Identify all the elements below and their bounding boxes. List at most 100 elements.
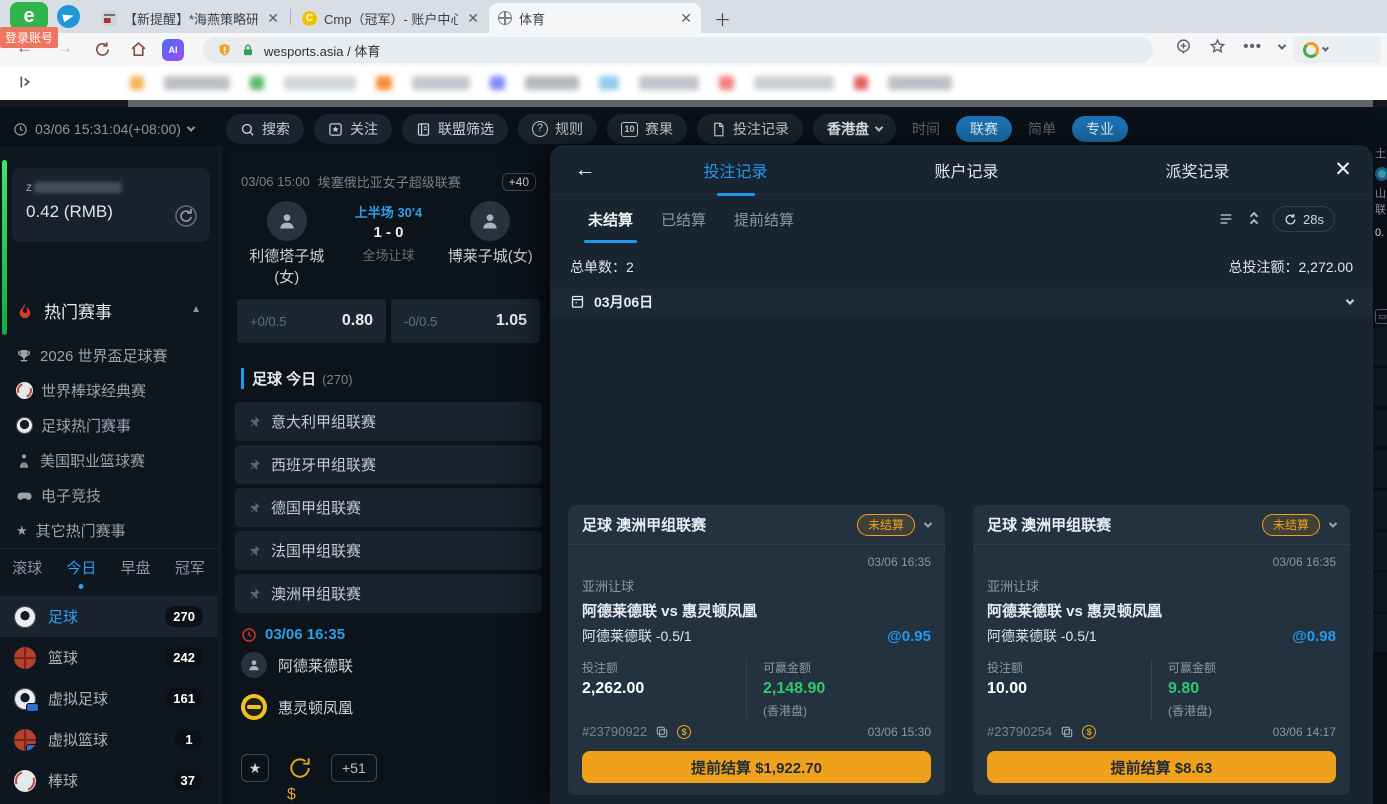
lock-icon[interactable] [241,43,255,58]
tab-live[interactable]: 滚球 [10,553,44,582]
home-icon[interactable] [130,41,147,58]
sidebar-item-hot-football[interactable]: 足球热门赛事 [16,408,207,443]
bet-records-button[interactable]: 投注记录 [697,114,803,144]
browser-logo-icon[interactable]: e [10,2,48,30]
browser-tab-active[interactable]: 体育 ✕ [489,3,701,33]
sport-row-virtual-basketball[interactable]: 虚拟篮球 1 [0,719,217,760]
odds-button-away[interactable]: -0/0.5 1.05 [391,299,540,343]
balance-refresh-icon[interactable] [174,204,198,228]
sidebar-item-worldcup[interactable]: 2026 世界盃足球賽 [16,338,207,373]
hot-collapse-icon[interactable]: ▲ [191,304,201,315]
sidebar-scrollbar-thumb[interactable] [2,160,7,335]
new-tab-button[interactable]: ＋ [714,6,731,31]
pin-icon[interactable] [247,501,261,515]
menu-dots-icon[interactable]: ••• [1243,38,1262,55]
tab1-close-icon[interactable]: ✕ [267,10,279,27]
auto-refresh-button[interactable]: 28s [1273,206,1335,232]
forward-icon[interactable]: → [56,38,73,58]
messenger-icon[interactable] [57,5,80,28]
favorite-star-icon[interactable]: ★ [241,754,269,782]
more-markets-button[interactable]: +51 [331,754,377,782]
tab1-favicon [102,11,117,26]
league-row-france[interactable]: 法国甲组联赛 [235,531,542,570]
league-row-australia[interactable]: 澳洲甲组联赛 [235,574,542,613]
cashout-button[interactable]: 提前结算 $8.63 [987,751,1336,783]
browser-tab-2[interactable]: C Cmp（冠军）- 账户中心 ✕ [293,3,488,33]
pin-icon[interactable] [247,544,261,558]
warning-shield-icon[interactable] [217,42,232,58]
toggle-time[interactable]: 时间 [906,119,946,139]
list-view-icon[interactable] [1217,211,1235,227]
browser-tab-1[interactable]: 【新提醒】*海燕策略研究論 ✕ [93,3,288,33]
market-type-select[interactable]: 香港盘 [813,114,896,144]
modal-tab-payout-records[interactable]: 派奖记录 [1082,158,1313,182]
results-button[interactable]: 10 赛果 [607,114,687,144]
sidebar-collapse-icon[interactable] [18,74,34,90]
team-row-away[interactable]: 惠灵顿凤凰 [241,694,353,720]
login-account-badge[interactable]: 登录账号 [0,27,58,48]
cashout-icon[interactable]: $ [287,755,313,781]
tab-early[interactable]: 早盘 [119,553,153,582]
date-chevron-icon[interactable] [1346,296,1354,304]
modal-tab-bet-records[interactable]: 投注记录 [620,158,851,182]
league-filter-button[interactable]: 联盟筛选 [402,114,508,144]
close-icon[interactable]: ✕ [1313,157,1373,182]
sport-row-virtual-football[interactable]: 虚拟足球 161 [0,678,217,719]
tab-outright[interactable]: 冠军 [173,553,207,582]
sidebar-item-esports[interactable]: 电子竞技 [16,478,207,513]
dollar-icon[interactable]: $ [1082,725,1096,739]
refresh-icon[interactable] [94,41,111,58]
horizontal-scroll-track[interactable] [0,100,1387,107]
sport-row-baseball[interactable]: 棒球 37 [0,760,217,801]
time-chevron-icon [187,123,195,131]
subtab-early-settled[interactable]: 提前结算 [734,209,794,230]
sidebar-item-other-hot[interactable]: ★ 其它热门赛事 [16,513,207,548]
rules-button[interactable]: ? 规则 [518,114,597,144]
league-row-spain[interactable]: 西班牙甲组联赛 [235,445,542,484]
browser-profile-button[interactable] [1293,36,1381,63]
back-arrow-icon[interactable]: ← [550,158,620,182]
blurred-bookmarks[interactable] [130,76,1383,91]
card-chevron-icon[interactable] [924,519,932,527]
copy-icon[interactable] [655,725,669,739]
cashout-button[interactable]: 提前结算 $1,922.70 [582,751,931,783]
server-time[interactable]: 03/06 15:31:04(+08:00) [13,121,194,137]
hot-events-header[interactable]: 热门赛事 [16,298,112,323]
odds-button-home[interactable]: +0/0.5 0.80 [237,299,386,343]
bookmarks-bar [0,66,1387,100]
bookmark-star-icon[interactable] [1209,38,1226,55]
address-bar[interactable]: wesports.asia / 体育 [203,37,1153,63]
collapse-all-icon[interactable] [1251,213,1257,226]
search-button[interactable]: 搜索 [226,114,304,144]
toggle-simple[interactable]: 简单 [1022,119,1062,139]
stake-value: 2,262.00 [582,680,746,698]
league-row-italy[interactable]: 意大利甲组联赛 [235,402,542,441]
ai-assistant-icon[interactable]: AI [162,39,184,61]
toggle-pro[interactable]: 专业 [1072,116,1128,142]
subtab-unsettled[interactable]: 未结算 [588,209,633,230]
modal-tab-account-records[interactable]: 账户记录 [851,158,1082,182]
horizontal-scroll-thumb[interactable] [128,100,1373,107]
sidebar-item-nba[interactable]: 美国职业篮球赛 [16,443,207,478]
pin-icon[interactable] [247,415,261,429]
tab-today[interactable]: 今日 [64,553,98,582]
pin-icon[interactable] [247,458,261,472]
toolbar-chevron-icon[interactable] [1278,41,1286,49]
sidebar-item-baseball-classic[interactable]: 世界棒球经典赛 [16,373,207,408]
tab3-close-icon[interactable]: ✕ [680,10,692,27]
sport-row-basketball[interactable]: 篮球 242 [0,637,217,678]
more-markets-badge[interactable]: +40 [502,173,536,191]
date-group-row[interactable]: 03月06日 [550,287,1373,316]
capture-icon[interactable] [1175,38,1192,55]
tab2-close-icon[interactable]: ✕ [467,10,479,27]
dollar-icon[interactable]: $ [677,725,691,739]
league-row-germany[interactable]: 德国甲组联赛 [235,488,542,527]
pin-icon[interactable] [247,587,261,601]
card-chevron-icon[interactable] [1329,519,1337,527]
team-row-home[interactable]: 阿德莱德联 [241,652,353,678]
subtab-settled[interactable]: 已结算 [661,209,706,230]
favorites-button[interactable]: 关注 [314,114,392,144]
copy-icon[interactable] [1060,725,1074,739]
toggle-league[interactable]: 联赛 [956,116,1012,142]
sport-row-football[interactable]: 足球 270 [0,596,217,637]
